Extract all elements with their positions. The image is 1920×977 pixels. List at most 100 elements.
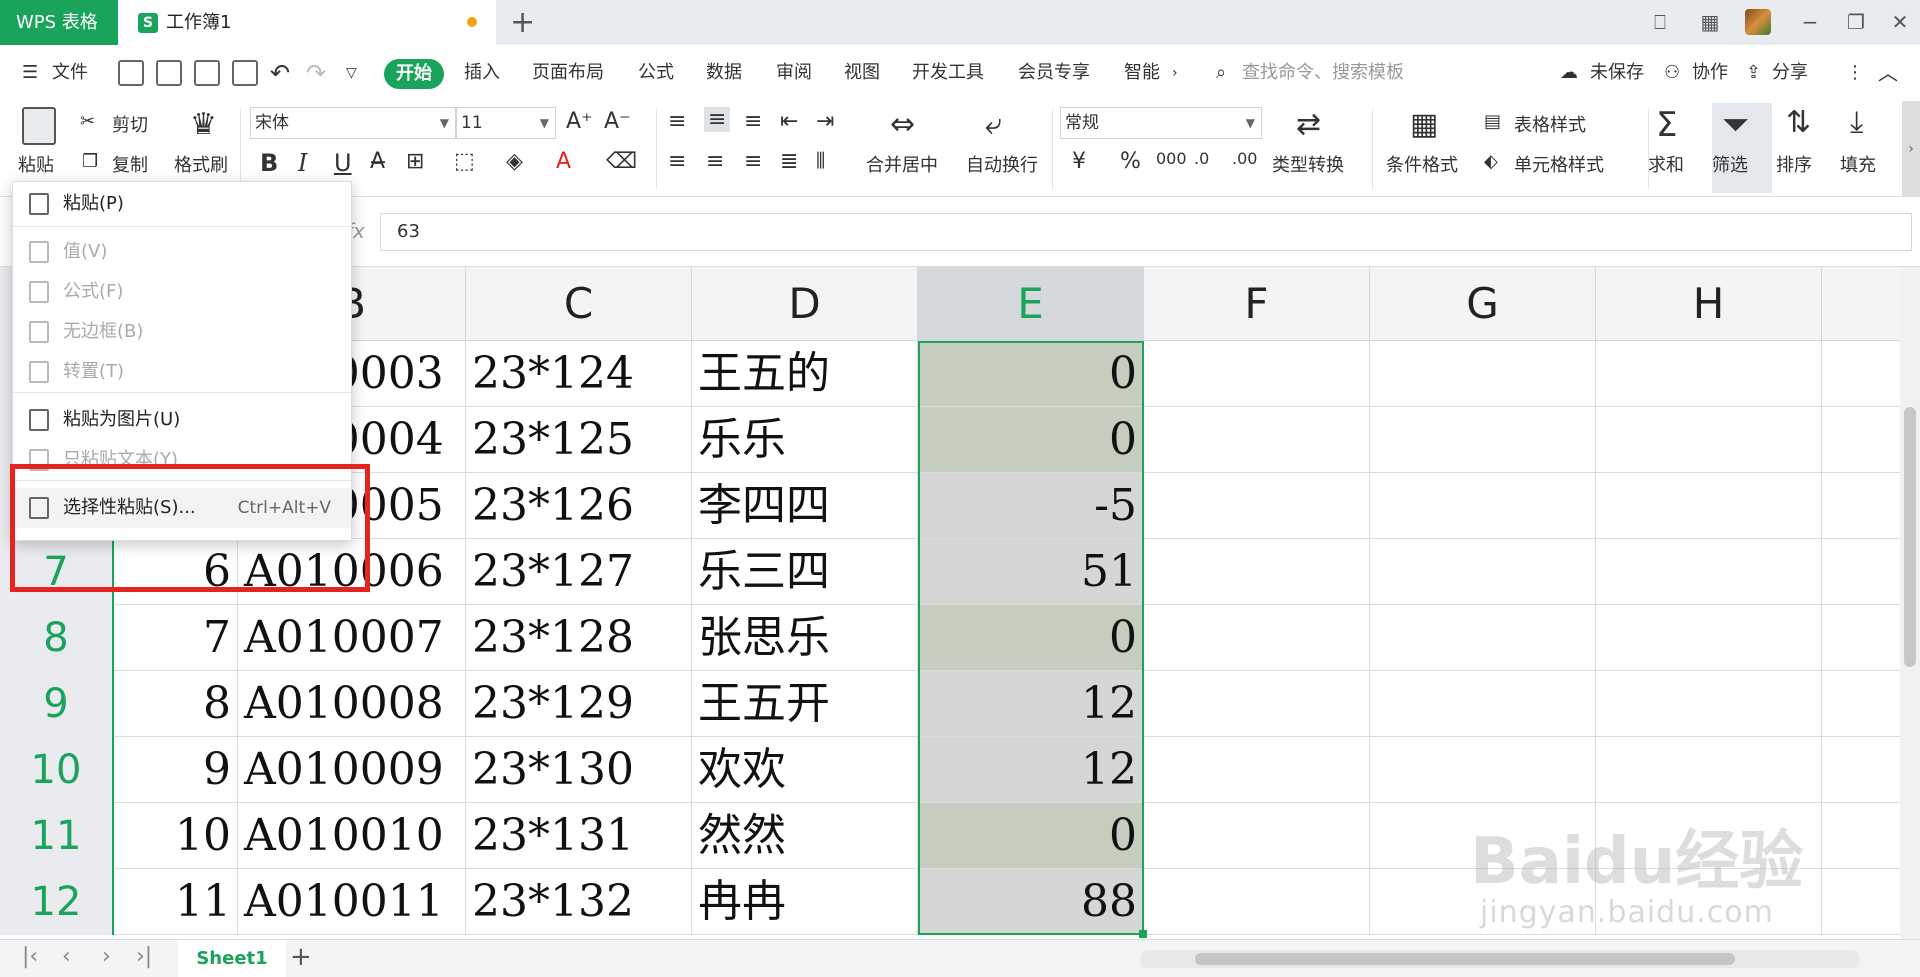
- row-header[interactable]: 10: [0, 737, 114, 803]
- horizontal-scroll-thumb[interactable]: [1195, 953, 1735, 965]
- cell-d[interactable]: 乐三四: [692, 539, 918, 605]
- paste-menu-item-1[interactable]: 值(V): [13, 232, 351, 272]
- cell-c[interactable]: 23*132: [466, 869, 692, 935]
- sum-button[interactable]: 求和: [1648, 151, 1684, 177]
- cell-g[interactable]: [1370, 671, 1596, 737]
- cell-g[interactable]: [1370, 737, 1596, 803]
- column-header-f[interactable]: F: [1144, 267, 1370, 341]
- fill-color-icon[interactable]: ◈: [506, 149, 523, 174]
- cell-extra[interactable]: [1822, 407, 1900, 473]
- cell-f[interactable]: [1144, 473, 1370, 539]
- cell-d[interactable]: 张思乐: [692, 605, 918, 671]
- cell-d[interactable]: 王五的: [692, 341, 918, 407]
- menu-file[interactable]: 文件: [52, 45, 88, 101]
- cell-extra[interactable]: [1822, 539, 1900, 605]
- strikethrough-icon[interactable]: A̶: [370, 149, 385, 174]
- wrap-text-button[interactable]: 自动换行: [966, 151, 1038, 177]
- align-left-icon[interactable]: ≡: [668, 149, 686, 174]
- cell-c[interactable]: 23*131: [466, 803, 692, 869]
- cell-g[interactable]: [1370, 473, 1596, 539]
- collapse-ribbon-icon[interactable]: ︿: [1878, 45, 1898, 101]
- cell-c[interactable]: 23*125: [466, 407, 692, 473]
- add-sheet-button[interactable]: +: [290, 942, 312, 972]
- new-tab-button[interactable]: +: [510, 0, 535, 45]
- percent-icon[interactable]: %: [1120, 149, 1141, 174]
- cell-a[interactable]: 11: [114, 869, 238, 935]
- cell-f[interactable]: [1144, 737, 1370, 803]
- more-options-icon[interactable]: ⋮: [1846, 45, 1864, 101]
- sheet-tab-sheet1[interactable]: Sheet1: [178, 940, 286, 977]
- table-style-button[interactable]: 表格样式: [1514, 111, 1586, 137]
- tab-member[interactable]: 会员专享: [1018, 45, 1090, 101]
- vertical-scrollbar[interactable]: [1900, 267, 1920, 939]
- cell-g[interactable]: [1370, 605, 1596, 671]
- paste-menu-item-4[interactable]: 转置(T): [13, 352, 351, 392]
- column-header-d[interactable]: D: [692, 267, 918, 341]
- hamburger-icon[interactable]: ☰: [22, 45, 38, 101]
- font-color-icon[interactable]: A: [556, 149, 571, 174]
- cell-f[interactable]: [1144, 671, 1370, 737]
- cell-extra[interactable]: [1822, 605, 1900, 671]
- row-header[interactable]: 11: [0, 803, 114, 869]
- cell-e[interactable]: 51: [918, 539, 1144, 605]
- print-preview-icon[interactable]: [232, 60, 258, 86]
- cell-b[interactable]: A010011: [238, 869, 466, 935]
- align-top-icon[interactable]: ≡: [668, 109, 686, 134]
- paste-menu-item-2[interactable]: 公式(F): [13, 272, 351, 312]
- cell-b[interactable]: A010010: [238, 803, 466, 869]
- column-header-g[interactable]: G: [1370, 267, 1596, 341]
- cell-extra[interactable]: [1822, 803, 1900, 869]
- export-icon[interactable]: [156, 60, 182, 86]
- horizontal-scrollbar[interactable]: [1140, 950, 1860, 968]
- cell-e[interactable]: 0: [918, 605, 1144, 671]
- cell-d[interactable]: 冉冉: [692, 869, 918, 935]
- cell-h[interactable]: [1596, 539, 1822, 605]
- cell-c[interactable]: 23*129: [466, 671, 692, 737]
- document-tab[interactable]: S 工作簿1: [118, 0, 496, 45]
- paste-menu-item-5[interactable]: 粘贴为图片(U): [13, 400, 351, 440]
- cell-c[interactable]: 23*130: [466, 737, 692, 803]
- cell-d[interactable]: 欢欢: [692, 737, 918, 803]
- cell-f[interactable]: [1144, 605, 1370, 671]
- user-avatar[interactable]: [1745, 9, 1771, 35]
- search-icon[interactable]: ⌕: [1216, 45, 1226, 101]
- justify-icon[interactable]: ≣: [780, 149, 798, 174]
- minimize-button[interactable]: −: [1790, 0, 1830, 45]
- clear-format-icon[interactable]: ⌫: [606, 149, 637, 174]
- cell-f[interactable]: [1144, 869, 1370, 935]
- more-tabs-chevron-icon[interactable]: ›: [1172, 45, 1178, 101]
- column-header-extra[interactable]: [1822, 267, 1900, 341]
- cell-c[interactable]: 23*128: [466, 605, 692, 671]
- row-header[interactable]: 8: [0, 605, 114, 671]
- cell-g[interactable]: [1370, 539, 1596, 605]
- cell-a[interactable]: 9: [114, 737, 238, 803]
- cell-f[interactable]: [1144, 407, 1370, 473]
- print-icon[interactable]: [194, 60, 220, 86]
- cell-extra[interactable]: [1822, 473, 1900, 539]
- indent-decrease-icon[interactable]: ⇤: [780, 109, 798, 134]
- cell-e[interactable]: -5: [918, 473, 1144, 539]
- indent-increase-icon[interactable]: ⇥: [816, 109, 834, 134]
- cell-b[interactable]: A010007: [238, 605, 466, 671]
- row-header[interactable]: 9: [0, 671, 114, 737]
- cell-e[interactable]: 0: [918, 803, 1144, 869]
- align-center-icon[interactable]: ≡: [706, 149, 724, 174]
- column-header-c[interactable]: C: [466, 267, 692, 341]
- cell-c[interactable]: 23*126: [466, 473, 692, 539]
- panel-toggle-icon[interactable]: ⎕: [1640, 0, 1680, 45]
- first-sheet-icon[interactable]: |‹: [22, 944, 38, 969]
- close-button[interactable]: ✕: [1880, 0, 1920, 45]
- cell-b[interactable]: A010008: [238, 671, 466, 737]
- filter-button[interactable]: 筛选: [1712, 151, 1748, 177]
- tab-insert[interactable]: 插入: [464, 45, 500, 101]
- grid-apps-icon[interactable]: ▦: [1690, 0, 1730, 45]
- restore-button[interactable]: ❐: [1836, 0, 1876, 45]
- share-button[interactable]: 分享: [1772, 45, 1808, 101]
- italic-button[interactable]: I: [298, 149, 307, 177]
- cell-extra[interactable]: [1822, 737, 1900, 803]
- cell-d[interactable]: 李四四: [692, 473, 918, 539]
- conditional-format-button[interactable]: 条件格式: [1386, 151, 1458, 177]
- cell-g[interactable]: [1370, 407, 1596, 473]
- cell-a[interactable]: 8: [114, 671, 238, 737]
- font-name-select[interactable]: 宋体 ▼: [250, 107, 456, 139]
